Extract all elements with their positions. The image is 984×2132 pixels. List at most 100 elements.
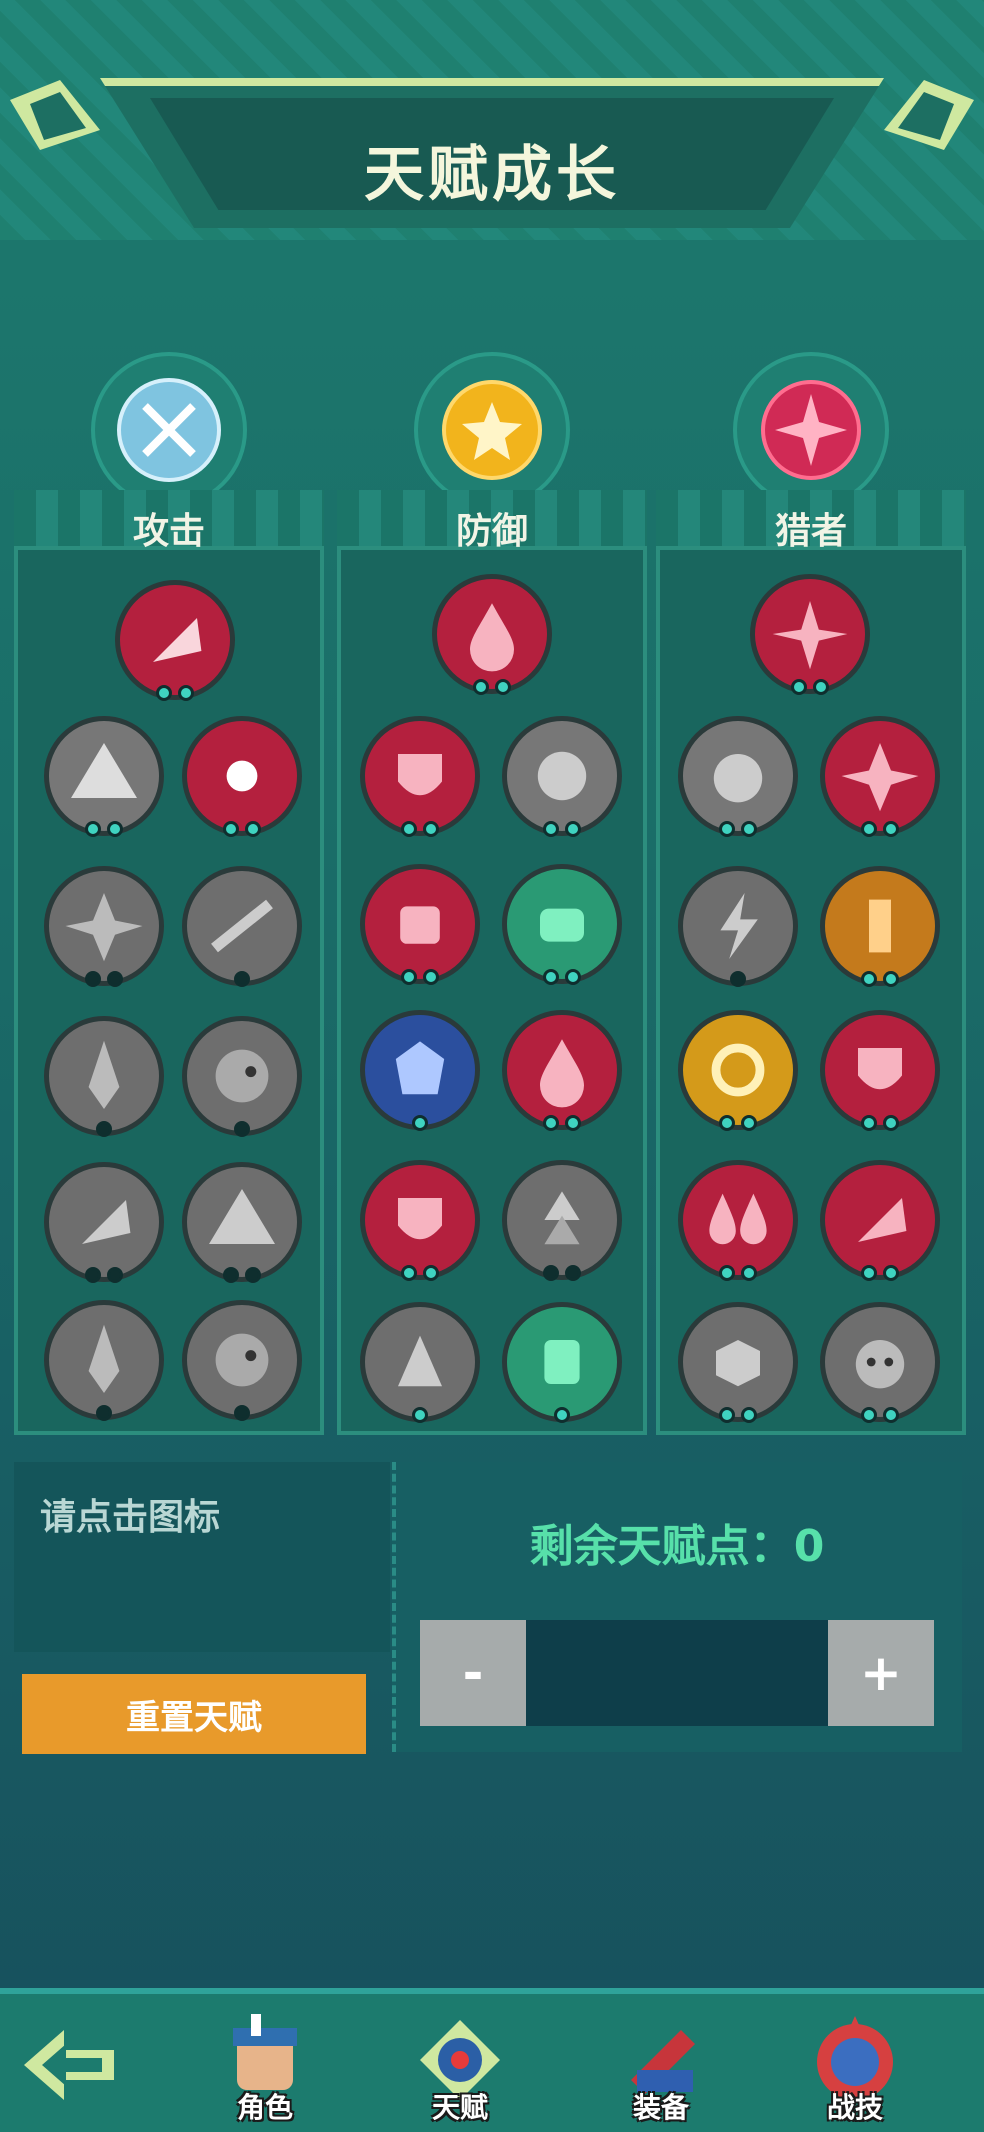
talent-node[interactable]: [820, 1160, 940, 1281]
nav-character[interactable]: 角色: [200, 1976, 330, 2126]
talent-level-dots: [412, 1407, 428, 1423]
reset-talents-button[interactable]: 重置天赋: [22, 1674, 366, 1754]
back-arrow-icon[interactable]: [14, 2020, 124, 2110]
talent-level-dots: [861, 1115, 899, 1131]
flex-arm-icon: [537, 751, 587, 801]
talent-level-dots: [719, 1115, 757, 1131]
talent-level-dots: [861, 821, 899, 837]
armor-plate-icon: [544, 1340, 580, 1384]
swirl-icon: [711, 1043, 765, 1097]
talent-node[interactable]: [678, 1302, 798, 1423]
ice-rock-icon: [395, 1041, 445, 1095]
impact-icon: [716, 1340, 760, 1387]
talent-node[interactable]: [115, 580, 235, 701]
talent-level-dots: [96, 1121, 112, 1137]
talent-node[interactable]: [44, 866, 164, 987]
shield-icon: [398, 1198, 442, 1240]
explosion-icon: [65, 893, 143, 962]
talent-node[interactable]: [182, 1016, 302, 1137]
explosion-icon: [841, 743, 919, 812]
talent-node[interactable]: [360, 864, 480, 985]
talent-node[interactable]: [678, 1010, 798, 1131]
talent-node[interactable]: [432, 574, 552, 695]
talent-node[interactable]: [502, 864, 622, 985]
talent-node[interactable]: [750, 574, 870, 695]
talent-level-dots: [85, 971, 123, 987]
talent-level-dots: [85, 1267, 123, 1283]
talent-level-dots: [234, 1121, 250, 1137]
talent-node[interactable]: [502, 1160, 622, 1281]
claw-icon: [398, 1335, 442, 1387]
talent-node[interactable]: [360, 1302, 480, 1423]
talent-level-dots: [223, 821, 261, 837]
talent-level-dots: [719, 1265, 757, 1281]
talent-level-dots: [861, 1407, 899, 1423]
nav-talent[interactable]: 天赋: [395, 1976, 525, 2126]
talent-level-dots: [543, 821, 581, 837]
talent-node[interactable]: [502, 1302, 622, 1423]
talent-level-dots: [85, 821, 123, 837]
twin-drops-icon: [709, 1193, 767, 1245]
page-title: 天赋成长: [364, 140, 620, 210]
talent-level-dots: [543, 1115, 581, 1131]
talent-level-dots: [554, 1407, 570, 1423]
shield-icon: [398, 754, 442, 796]
talent-node[interactable]: [182, 1300, 302, 1421]
arrow-slash-icon: [153, 618, 202, 662]
talent-level-dots: [223, 1267, 261, 1283]
talent-level-dots: [234, 1405, 250, 1421]
talent-node[interactable]: [820, 1010, 940, 1131]
talent-node[interactable]: [182, 866, 302, 987]
talent-node[interactable]: [678, 716, 798, 837]
increase-button[interactable]: +: [828, 1620, 934, 1726]
talent-node[interactable]: [360, 1010, 480, 1131]
talent-node[interactable]: [182, 716, 302, 837]
nav-combat-skill[interactable]: 战技: [790, 1976, 920, 2126]
gauntlet-icon: [713, 754, 763, 803]
defense-emblem-icon: [414, 352, 570, 508]
talent-level-dots: [719, 821, 757, 837]
armor-icon: [400, 906, 440, 944]
decrease-button[interactable]: -: [420, 1620, 526, 1726]
nav-equipment[interactable]: 装备: [596, 1976, 726, 2126]
nav-label: 角色: [236, 2091, 293, 2124]
remaining-points: 剩余天赋点：0: [392, 1510, 962, 1574]
talent-node[interactable]: [360, 1160, 480, 1281]
talent-level-dots: [543, 1265, 581, 1281]
talent-level-dots: [96, 1405, 112, 1421]
talent-node[interactable]: [182, 1162, 302, 1283]
hunter-emblem-icon: [733, 352, 889, 508]
talent-node[interactable]: [44, 1162, 164, 1283]
blood-drop-icon: [540, 1039, 584, 1108]
talent-node[interactable]: [678, 1160, 798, 1281]
arrows-up-icon: [544, 1191, 580, 1245]
remaining-points-label: 剩余天赋点：: [529, 1521, 794, 1572]
talent-level-dots: [156, 685, 194, 701]
talent-node[interactable]: [502, 716, 622, 837]
creature-face-icon: [215, 1049, 269, 1103]
nav-label: 战技: [826, 2091, 883, 2124]
talent-level-dots: [473, 679, 511, 695]
talent-level-dots: [234, 971, 250, 987]
talent-level-dots: [719, 1407, 757, 1423]
talent-node[interactable]: [360, 716, 480, 837]
burst-icon: [772, 601, 848, 670]
talent-node[interactable]: [678, 866, 798, 987]
nav-label: 天赋: [431, 2091, 488, 2124]
talent-level-dots: [401, 969, 439, 985]
talent-node[interactable]: [820, 716, 940, 837]
tree-label-attack: 攻击: [132, 511, 205, 552]
corner-ornament-right-icon: [884, 80, 974, 150]
spearhead-icon: [88, 1324, 120, 1393]
remaining-points-value: 0: [793, 1521, 825, 1572]
talent-node[interactable]: [44, 1300, 164, 1421]
talent-node[interactable]: [820, 866, 940, 987]
talent-node[interactable]: [44, 716, 164, 837]
spike-burst-icon: [209, 1189, 275, 1244]
talent-node[interactable]: [820, 1302, 940, 1423]
talent-node[interactable]: [44, 1016, 164, 1137]
spearhead-icon: [88, 1040, 120, 1109]
talent-level-dots: [543, 969, 581, 985]
tree-label-hunter: 猎者: [774, 511, 847, 552]
talent-node[interactable]: [502, 1010, 622, 1131]
